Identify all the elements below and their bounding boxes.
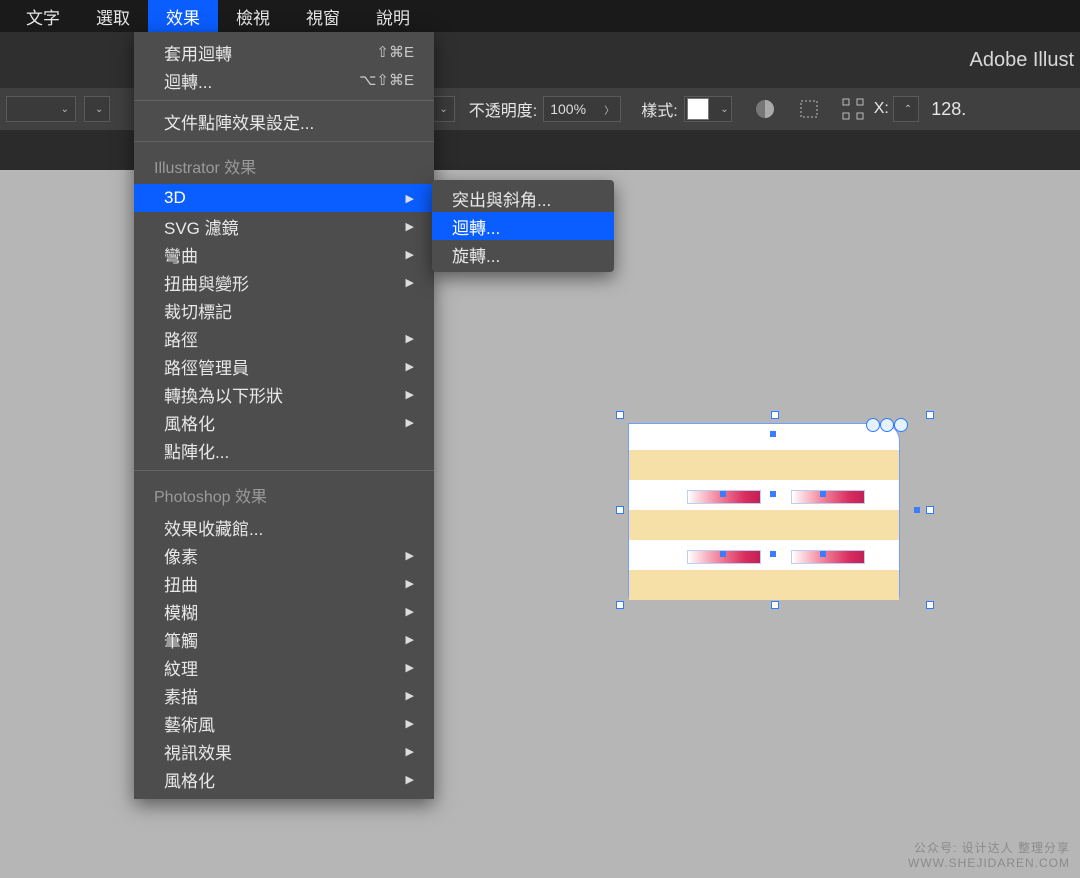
menu-doc-raster-settings[interactable]: 文件點陣效果設定... [134, 107, 434, 135]
menu-revolve-last[interactable]: 迴轉... ⌥⇧⌘E [134, 66, 434, 94]
menu-fx-gallery[interactable]: 效果收藏館... [134, 513, 434, 541]
anchor-5[interactable] [820, 491, 826, 497]
menu-artistic[interactable]: 藝術風▶ [134, 709, 434, 737]
submenu-revolve[interactable]: 迴轉... [432, 212, 614, 240]
handle-e[interactable] [926, 506, 934, 514]
menubar-item-window[interactable]: 視窗 [288, 0, 358, 33]
menubar: 文字 選取 效果 檢視 視窗 說明 [0, 0, 1080, 32]
menu-distort-ps[interactable]: 扭曲▶ [134, 569, 434, 597]
menu-brush-strokes[interactable]: 筆觸▶ [134, 625, 434, 653]
opacity-label: 不透明度: [469, 97, 537, 121]
handle-se[interactable] [926, 601, 934, 609]
menu-warp[interactable]: 彎曲▶ [134, 240, 434, 268]
menu-svg-filters[interactable]: SVG 濾鏡▶ [134, 212, 434, 240]
stripe-1 [629, 450, 899, 480]
menu-stylize-ps[interactable]: 風格化▶ [134, 765, 434, 793]
handle-sw[interactable] [616, 601, 624, 609]
corner-widget-2[interactable] [880, 418, 894, 432]
attribution-line2: WWW.SHEJIDAREN.COM [908, 856, 1070, 872]
anchor-3[interactable] [770, 551, 776, 557]
anchor-1[interactable] [770, 431, 776, 437]
artwork-group[interactable] [628, 423, 900, 597]
anchor-e[interactable] [914, 507, 920, 513]
menu-distort-transform[interactable]: 扭曲與變形▶ [134, 268, 434, 296]
submenu-rotate[interactable]: 旋轉... [432, 240, 614, 268]
anchor-4[interactable] [720, 491, 726, 497]
corner-widget-3[interactable] [894, 418, 908, 432]
menubar-item-effects[interactable]: 效果 [148, 0, 218, 33]
x-stepper[interactable]: ⌃ [893, 96, 919, 122]
menu-pixelate[interactable]: 像素▶ [134, 541, 434, 569]
transform-icon[interactable] [838, 94, 868, 124]
stripe-3 [629, 570, 899, 600]
menu-path[interactable]: 路徑▶ [134, 324, 434, 352]
style-dropdown[interactable]: ⌄ [684, 96, 732, 122]
align-icon[interactable] [794, 94, 824, 124]
stroke-profile-dropdown[interactable]: ⌄ [84, 96, 110, 122]
menubar-item-select[interactable]: 選取 [78, 0, 148, 33]
anchor-7[interactable] [820, 551, 826, 557]
menu-video[interactable]: 視訊效果▶ [134, 737, 434, 765]
opacity-value: 100% [550, 101, 586, 117]
selected-object-bounds[interactable] [620, 415, 930, 605]
stripe-2 [629, 510, 899, 540]
menubar-item-help[interactable]: 說明 [358, 0, 428, 33]
opacity-input[interactable]: 100% 〉 [543, 96, 621, 122]
handle-ne[interactable] [926, 411, 934, 419]
menu-crop-marks[interactable]: 裁切標記 [134, 296, 434, 324]
menu-3d[interactable]: 3D▶ [134, 184, 434, 212]
handle-s[interactable] [771, 601, 779, 609]
menu-sketch[interactable]: 素描▶ [134, 681, 434, 709]
menu-pathfinder[interactable]: 路徑管理員▶ [134, 352, 434, 380]
handle-w[interactable] [616, 506, 624, 514]
app-title: Adobe Illust [969, 49, 1074, 72]
corner-widget-1[interactable] [866, 418, 880, 432]
menu-stylize-ai[interactable]: 風格化▶ [134, 408, 434, 436]
x-label: X: [874, 100, 889, 118]
style-swatch [687, 98, 709, 120]
menu-blur[interactable]: 模糊▶ [134, 597, 434, 625]
handle-nw[interactable] [616, 411, 624, 419]
menubar-item-text[interactable]: 文字 [8, 0, 78, 33]
handle-n[interactable] [771, 411, 779, 419]
recolor-icon[interactable] [750, 94, 780, 124]
gradient-bar-2 [791, 490, 865, 504]
attribution-line1: 公众号: 设计达人 整理分享 [908, 841, 1070, 857]
anchor-2[interactable] [770, 491, 776, 497]
gradient-bar-4 [791, 550, 865, 564]
illustrator-heading: Illustrator 效果 [134, 148, 434, 184]
submenu-3d: 突出與斜角... 迴轉... 旋轉... [432, 180, 614, 272]
menu-rasterize[interactable]: 點陣化... [134, 436, 434, 464]
attribution: 公众号: 设计达人 整理分享 WWW.SHEJIDAREN.COM [908, 841, 1070, 872]
effects-menu: 套用迴轉 ⇧⌘E 迴轉... ⌥⇧⌘E 文件點陣效果設定... Illustra… [134, 32, 434, 799]
style-label: 樣式: [641, 97, 677, 121]
x-value: 128. [931, 99, 966, 120]
menu-apply-revolve[interactable]: 套用迴轉 ⇧⌘E [134, 38, 434, 66]
menu-texture[interactable]: 紋理▶ [134, 653, 434, 681]
menu-convert-shape[interactable]: 轉換為以下形狀▶ [134, 380, 434, 408]
stroke-weight-dropdown[interactable]: ⌄ [6, 96, 76, 122]
submenu-extrude-bevel[interactable]: 突出與斜角... [432, 184, 614, 212]
menubar-item-view[interactable]: 檢視 [218, 0, 288, 33]
photoshop-heading: Photoshop 效果 [134, 477, 434, 513]
anchor-6[interactable] [720, 551, 726, 557]
